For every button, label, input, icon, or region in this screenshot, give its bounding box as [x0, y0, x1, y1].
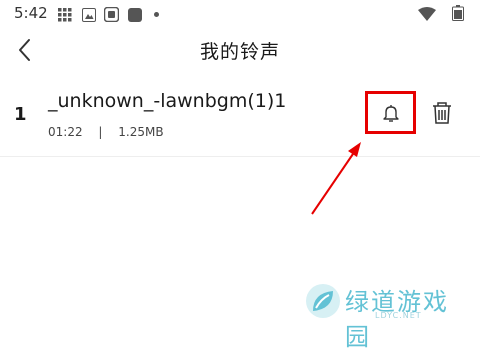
annotation-arrow [300, 138, 370, 224]
page-title: 我的铃声 [199, 41, 280, 63]
app-icon [128, 7, 142, 26]
watermark-logo [303, 281, 343, 325]
grid-icon [58, 7, 72, 26]
ringtone-meta: 01:22 | 1.25MB [48, 125, 176, 139]
ram-icon [103, 6, 120, 26]
set-ringtone-button[interactable] [365, 91, 416, 134]
ringtone-size: 1.25MB [118, 125, 164, 139]
meta-separator: | [98, 125, 103, 139]
delete-button[interactable] [429, 100, 457, 128]
ringtone-index: 1 [14, 104, 27, 125]
wifi-icon [418, 6, 436, 25]
watermark: 绿道游戏园 LDYC.NET [303, 281, 473, 351]
watermark-subtext: LDYC.NET [375, 311, 422, 320]
status-time: 5:42 [14, 4, 48, 22]
ringtone-row[interactable]: 1 _unknown_-lawnbgm(1)1 01:22 | 1.25MB [0, 80, 480, 157]
trash-icon [429, 102, 455, 130]
ringtone-name: _unknown_-lawnbgm(1)1 [48, 90, 287, 112]
dot-icon [154, 12, 159, 17]
battery-icon [452, 5, 464, 25]
header: 我的铃声 [0, 28, 480, 72]
photo-icon [82, 7, 96, 26]
ringtone-duration: 01:22 [48, 125, 83, 139]
status-bar: 5:42 [0, 0, 480, 28]
